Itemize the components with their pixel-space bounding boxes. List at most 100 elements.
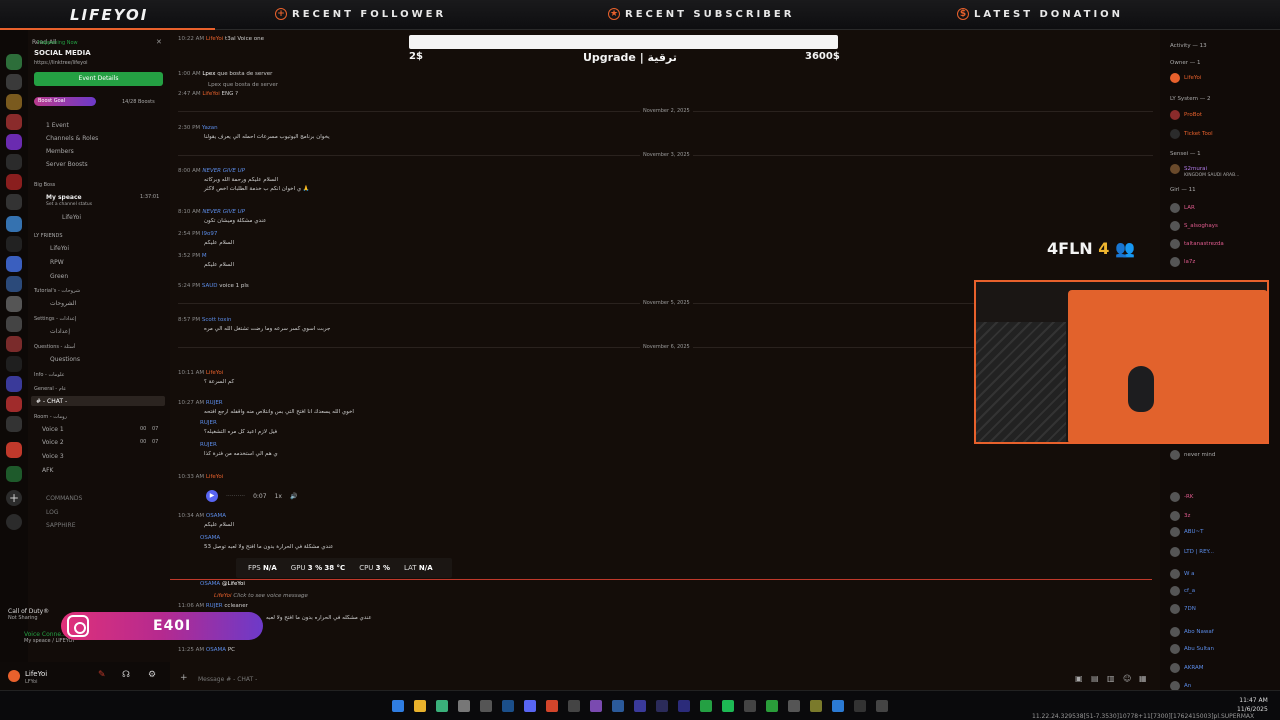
- server-icon[interactable]: [6, 442, 22, 458]
- app-icon[interactable]: [744, 700, 756, 712]
- member-item[interactable]: Abo Nawaf: [1170, 627, 1214, 637]
- app-icon[interactable]: [590, 700, 602, 712]
- member-item[interactable]: -RK: [1170, 492, 1193, 502]
- server-icon[interactable]: [6, 236, 22, 252]
- voice-my-speace[interactable]: My speace: [46, 194, 82, 201]
- category-tutorials[interactable]: Tutorial's - شروحات: [34, 288, 80, 294]
- member-item[interactable]: la7z: [1170, 257, 1195, 267]
- message[interactable]: 1:00 AM Lpex que bosta de server: [178, 71, 272, 77]
- message[interactable]: OSAMA @LifeYoi: [200, 581, 245, 587]
- server-icon[interactable]: [6, 336, 22, 352]
- app-icon[interactable]: [612, 700, 624, 712]
- message[interactable]: 11:25 AM OSAMA PC: [178, 647, 235, 653]
- message[interactable]: 2:54 PM I9o97: [178, 231, 217, 237]
- playback-speed[interactable]: 1x: [275, 493, 282, 500]
- category-info[interactable]: Info - علومات: [34, 372, 65, 378]
- chat-channel[interactable]: # - CHAT -: [36, 398, 67, 405]
- category-questions[interactable]: Questions - أسئلة: [34, 344, 75, 350]
- member-item[interactable]: LAR: [1170, 203, 1195, 213]
- message[interactable]: 10:27 AM RUJER: [178, 400, 223, 406]
- events-link[interactable]: 1 Event: [46, 122, 69, 129]
- volume-icon[interactable]: 🔊: [290, 493, 297, 500]
- server-icon[interactable]: [6, 396, 22, 412]
- category-general[interactable]: General - عام: [34, 386, 66, 392]
- app-icon[interactable]: [766, 700, 778, 712]
- spotify-icon[interactable]: [722, 700, 734, 712]
- member-item[interactable]: LTD | REY...: [1170, 547, 1214, 557]
- add-attachment-icon[interactable]: +: [180, 673, 188, 683]
- gear-icon[interactable]: ⚙: [148, 670, 156, 680]
- reply[interactable]: Lpex que bosta de server: [208, 82, 278, 88]
- friend-channel[interactable]: RPW: [50, 259, 64, 266]
- discord-icon[interactable]: [524, 700, 536, 712]
- settings-channel[interactable]: إعدادات: [50, 328, 70, 335]
- message-input[interactable]: Message # - CHAT -: [198, 676, 257, 683]
- message[interactable]: OSAMA: [200, 535, 220, 541]
- start-icon[interactable]: [392, 700, 404, 712]
- member-item[interactable]: ProBot: [1170, 110, 1202, 120]
- apps-icon[interactable]: ▦: [1139, 674, 1147, 683]
- server-link[interactable]: https://linktree/lifeyoi: [34, 60, 88, 66]
- message[interactable]: 8:57 PM Scott toxin: [178, 317, 231, 323]
- edge-icon[interactable]: [832, 700, 844, 712]
- member-item[interactable]: 3z: [1170, 511, 1190, 521]
- message[interactable]: 8:10 AM NEVER GIVE UP: [178, 209, 245, 215]
- app-icon[interactable]: [656, 700, 668, 712]
- app-icon[interactable]: [436, 700, 448, 712]
- message[interactable]: 5:24 PM SAUD voice 1 pls: [178, 283, 249, 289]
- member-item[interactable]: taltanastrezda: [1170, 239, 1224, 249]
- close-icon[interactable]: ✕: [156, 38, 162, 46]
- waveform[interactable]: ··········: [226, 493, 245, 500]
- questions-channel[interactable]: Questions: [50, 356, 80, 363]
- message[interactable]: RUJER: [200, 420, 217, 426]
- log-channel[interactable]: LOG: [46, 509, 59, 516]
- server-icon[interactable]: [6, 296, 22, 312]
- voice-channel-2[interactable]: Voice 2: [42, 439, 64, 446]
- friend-channel[interactable]: LifeYoi: [50, 245, 69, 252]
- app-icon[interactable]: [678, 700, 690, 712]
- sapphire-channel[interactable]: SAPPHIRE: [46, 522, 76, 529]
- members-link[interactable]: Members: [46, 148, 74, 155]
- message[interactable]: 10:34 AM OSAMA: [178, 513, 226, 519]
- message[interactable]: 11:06 AM RUJER ccleaner: [178, 603, 248, 609]
- app-icon[interactable]: [568, 700, 580, 712]
- server-icon[interactable]: [6, 94, 22, 110]
- brave-icon[interactable]: [546, 700, 558, 712]
- server-icon[interactable]: [6, 416, 22, 432]
- play-icon[interactable]: ▶: [206, 490, 218, 502]
- message[interactable]: 8:00 AM NEVER GIVE UP: [178, 168, 245, 174]
- server-icon[interactable]: [6, 74, 22, 90]
- commands-channel[interactable]: COMMANDS: [46, 495, 82, 502]
- friend-channel[interactable]: Green: [50, 273, 68, 280]
- system-clock[interactable]: 11:47 AM 11/6/2025: [1237, 696, 1268, 714]
- voice-member[interactable]: LifeYoi: [62, 214, 81, 221]
- add-server-icon[interactable]: +: [6, 490, 22, 506]
- category-big-boss[interactable]: Big Boss: [34, 182, 55, 188]
- app-icon[interactable]: [480, 700, 492, 712]
- category-friends[interactable]: LY FRIENDS: [34, 233, 63, 239]
- app-icon[interactable]: [810, 700, 822, 712]
- discover-icon[interactable]: [6, 514, 22, 530]
- gif-icon[interactable]: ▤: [1091, 674, 1099, 683]
- category-room[interactable]: Room - رومات: [34, 414, 67, 420]
- event-details-button[interactable]: Event Details: [34, 72, 163, 86]
- server-icon[interactable]: [6, 256, 22, 272]
- server-boosts-link[interactable]: Server Boosts: [46, 161, 88, 168]
- message[interactable]: 10:33 AM LifeYoi: [178, 474, 223, 480]
- avatar[interactable]: [8, 670, 20, 682]
- member-item[interactable]: Ticket Tool: [1170, 129, 1213, 139]
- server-icon[interactable]: [6, 134, 22, 150]
- app-icon[interactable]: [700, 700, 712, 712]
- message[interactable]: 3:52 PM M: [178, 253, 207, 259]
- afk-channel[interactable]: AFK: [42, 467, 54, 474]
- message[interactable]: 10:22 AM LifeYoi t3al Voice one: [178, 36, 264, 42]
- member-item[interactable]: LifeYoi: [1170, 73, 1201, 83]
- gift-icon[interactable]: ▣: [1075, 674, 1083, 683]
- emoji-icon[interactable]: ☺: [1123, 674, 1131, 683]
- member-item[interactable]: Abu Sultan: [1170, 644, 1214, 654]
- voice-connected[interactable]: Voice Conne...: [24, 631, 67, 638]
- headset-icon[interactable]: ☊: [122, 670, 130, 680]
- server-icon[interactable]: [6, 194, 22, 210]
- voice-channel-3[interactable]: Voice 3: [42, 453, 64, 460]
- member-item[interactable]: S_alsoghays: [1170, 221, 1218, 231]
